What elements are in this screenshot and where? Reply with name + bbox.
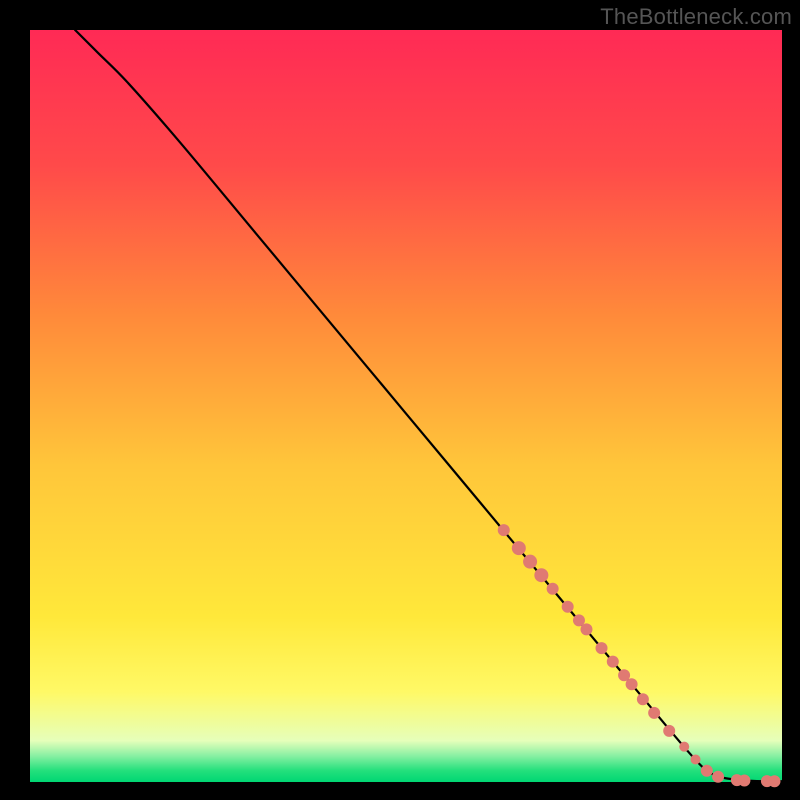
marker-point bbox=[663, 725, 675, 737]
marker-point bbox=[701, 765, 713, 777]
marker-point bbox=[626, 678, 638, 690]
marker-point bbox=[637, 693, 649, 705]
marker-point bbox=[547, 583, 559, 595]
marker-point bbox=[738, 775, 750, 787]
marker-point bbox=[523, 555, 537, 569]
marker-point bbox=[596, 642, 608, 654]
marker-point bbox=[712, 771, 724, 783]
marker-point bbox=[512, 541, 526, 555]
plot-background bbox=[30, 30, 782, 782]
marker-point bbox=[534, 568, 548, 582]
marker-point bbox=[580, 623, 592, 635]
chart-stage: TheBottleneck.com bbox=[0, 0, 800, 800]
watermark-text: TheBottleneck.com bbox=[600, 4, 792, 30]
marker-point bbox=[607, 656, 619, 668]
marker-point bbox=[498, 524, 510, 536]
marker-point bbox=[691, 754, 701, 764]
bottleneck-chart bbox=[0, 0, 800, 800]
marker-point bbox=[768, 775, 780, 787]
marker-point bbox=[679, 742, 689, 752]
marker-point bbox=[562, 601, 574, 613]
marker-point bbox=[648, 707, 660, 719]
